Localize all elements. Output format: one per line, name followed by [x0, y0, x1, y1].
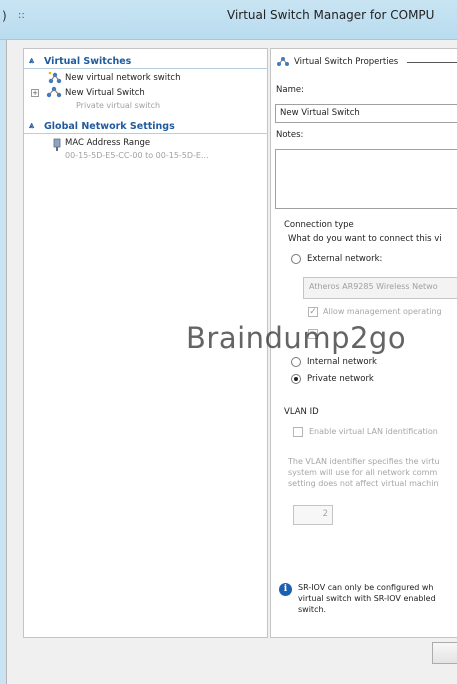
external-adapter-select[interactable]: Atheros AR9285 Wireless Netwo — [303, 277, 457, 299]
dialog-button[interactable] — [432, 642, 457, 664]
connection-type-label: Connection type — [284, 220, 354, 230]
svg-text:::: :: — [18, 10, 25, 21]
sriov-note-line: switch. — [298, 605, 327, 614]
window-title: Virtual Switch Manager for COMPU — [227, 8, 435, 22]
internal-network-label: Internal network — [307, 357, 377, 367]
allow-management-checkbox[interactable]: ✓ — [308, 307, 318, 317]
vlan-description-line: system will use for all network comm — [288, 468, 438, 477]
virtual-switches-header[interactable]: ⩓ Virtual Switches — [24, 55, 267, 69]
tree-item-mac-address-range[interactable]: MAC Address Range — [65, 138, 150, 148]
group-title: Virtual Switch Properties — [294, 57, 399, 67]
notes-textarea[interactable] — [275, 149, 457, 209]
global-network-settings-header[interactable]: ⩓ Global Network Settings — [24, 120, 267, 134]
vlan-enable-checkbox[interactable] — [293, 427, 303, 437]
app-icon: :: — [17, 8, 31, 22]
internal-network-radio[interactable] — [291, 357, 301, 367]
vlan-description-line: setting does not affect virtual machin — [288, 479, 439, 488]
vlan-enable-label: Enable virtual LAN identification — [309, 427, 438, 436]
sriov-note-line: virtual switch with SR-IOV enabled — [298, 594, 436, 603]
network-adapter-icon — [52, 138, 62, 155]
private-network-label: Private network — [307, 374, 374, 384]
collapse-icon[interactable]: ⩓ — [29, 56, 34, 66]
vlan-description-line: The VLAN identifier specifies the virtu — [288, 457, 440, 466]
tree-item-new-virtual-network-switch[interactable]: New virtual network switch — [65, 73, 180, 83]
new-switch-icon — [48, 71, 62, 87]
window-body: ⩓ Virtual Switches New virtual network s… — [6, 40, 457, 684]
title-bar: ) :: Virtual Switch Manager for COMPU — [0, 0, 457, 40]
vlan-id-input[interactable]: 2 — [293, 505, 333, 525]
external-network-radio[interactable] — [291, 254, 301, 264]
expand-icon[interactable]: + — [31, 89, 39, 97]
external-network-label: External network: — [307, 254, 383, 264]
connection-question: What do you want to connect this vi — [288, 234, 442, 244]
notes-label: Notes: — [276, 130, 304, 140]
virtual-switch-icon — [46, 86, 62, 101]
navigation-tree: ⩓ Virtual Switches New virtual network s… — [23, 48, 268, 638]
group-divider — [407, 62, 457, 63]
sriov-note-line: SR-IOV can only be configured wh — [298, 583, 434, 592]
tree-item-new-virtual-switch[interactable]: New Virtual Switch — [65, 88, 145, 98]
secondary-option-checkbox[interactable] — [308, 329, 318, 339]
vlan-id-label: VLAN ID — [284, 407, 319, 417]
tree-item-subtitle: Private virtual switch — [76, 101, 161, 110]
name-input[interactable]: New Virtual Switch — [275, 104, 457, 123]
private-network-radio[interactable] — [291, 374, 301, 384]
info-icon: i — [279, 583, 292, 596]
collapse-icon[interactable]: ⩓ — [29, 121, 34, 131]
allow-management-label: Allow management operating — [323, 307, 442, 316]
virtual-switch-icon — [276, 56, 290, 70]
properties-pane: Virtual Switch Properties Name: New Virt… — [270, 48, 457, 638]
tree-item-subtitle: 00-15-5D-E5-CC-00 to 00-15-5D-E... — [65, 151, 209, 160]
name-label: Name: — [276, 85, 304, 95]
window-edge-glyph: ) — [2, 9, 7, 23]
